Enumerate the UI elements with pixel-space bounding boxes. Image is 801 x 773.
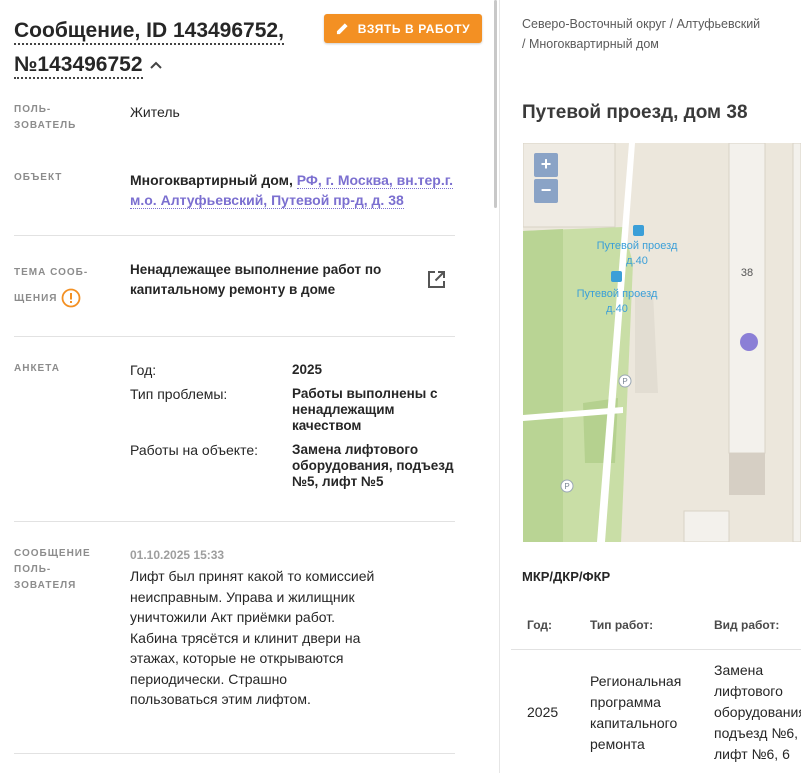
pencil-icon xyxy=(336,23,348,35)
bus-stop-label: Путевой проезд xyxy=(577,288,658,300)
object-address-link-2[interactable]: м.о. Алтуфьевский, Путевой пр-д, д. 38 xyxy=(130,192,404,209)
table-header-type: Тип работ: xyxy=(590,618,654,632)
message-date: 01.10.2025 15:33 xyxy=(130,548,225,562)
table-cell-year: 2025 xyxy=(527,704,559,720)
house-marker[interactable] xyxy=(740,333,758,351)
zoom-controls: + − xyxy=(534,153,558,204)
map[interactable]: Путевой проезд д.40 Путевой проезд д.40 … xyxy=(523,143,801,542)
zoom-out-button[interactable]: − xyxy=(534,179,558,203)
user-value: Житель xyxy=(130,104,180,120)
topic-value: Ненадлежащее выполнение работ по капиталь… xyxy=(130,262,382,297)
bus-stop-icon[interactable] xyxy=(633,225,644,236)
bus-stop-label: Путевой проезд xyxy=(597,240,678,252)
divider xyxy=(14,521,455,522)
scrollbar[interactable] xyxy=(494,0,497,208)
page-title: Сообщение, ID 143496752, №143496752 xyxy=(14,14,314,82)
user-label: ПОЛЬ- ЗОВАТЕЛЬ xyxy=(14,104,77,131)
topic-label: ТЕМА СООБ- ЩЕНИЯ xyxy=(14,260,88,312)
bus-stop-label: д.40 xyxy=(626,255,648,267)
table-header-year: Год: xyxy=(527,618,552,632)
map-canvas: Путевой проезд д.40 Путевой проезд д.40 … xyxy=(523,143,801,542)
divider xyxy=(14,235,455,236)
table-header-kind: Вид работ: xyxy=(714,618,780,632)
title-line-1: Сообщение, ID 143496752, xyxy=(14,19,284,45)
title-line-2: №143496752 xyxy=(14,53,143,79)
divider xyxy=(14,336,455,337)
anketa-label: АНКЕТА xyxy=(14,363,60,374)
take-to-work-label: ВЗЯТЬ В РАБОТУ xyxy=(357,21,471,36)
divider xyxy=(14,753,455,754)
parking-label: P xyxy=(564,482,569,491)
external-link-icon[interactable] xyxy=(426,269,447,290)
object-label: ОБЪЕКТ xyxy=(14,172,63,183)
message-panel: Сообщение, ID 143496752, №143496752 ВЗЯТ… xyxy=(0,0,497,773)
take-to-work-button[interactable]: ВЗЯТЬ В РАБОТУ xyxy=(324,14,482,43)
object-address-link[interactable]: РФ, г. Москва, вн.тер.г. xyxy=(296,172,454,189)
chevron-up-icon[interactable] xyxy=(149,60,163,70)
bus-stop-label: д.40 xyxy=(606,303,628,315)
message-text: Лифт был принят какой то комиссией неисп… xyxy=(130,568,375,707)
programs-title: МКР/ДКР/ФКР xyxy=(522,569,611,584)
house-number-label: 38 xyxy=(741,267,753,279)
table-cell-kind: Замена лифтового оборудования, подъезд №… xyxy=(714,662,801,762)
object-panel: Северо-Восточный округ / Алтуфьевский / … xyxy=(500,0,801,773)
warning-icon xyxy=(62,288,81,308)
object-value: Многоквартирный дом, РФ, г. Москва, вн.т… xyxy=(130,172,454,209)
table-divider xyxy=(511,649,801,650)
parking-label: P xyxy=(622,377,627,386)
address-title: Путевой проезд, дом 38 xyxy=(522,102,748,123)
zoom-in-button[interactable]: + xyxy=(534,153,558,177)
message-label: СООБЩЕНИЕ ПОЛЬ- ЗОВАТЕЛЯ xyxy=(14,548,91,591)
bus-stop-icon[interactable] xyxy=(611,271,622,282)
breadcrumb: Северо-Восточный округ / Алтуфьевский / … xyxy=(522,17,761,51)
table-cell-type: Региональная программа капитального ремо… xyxy=(590,673,682,752)
